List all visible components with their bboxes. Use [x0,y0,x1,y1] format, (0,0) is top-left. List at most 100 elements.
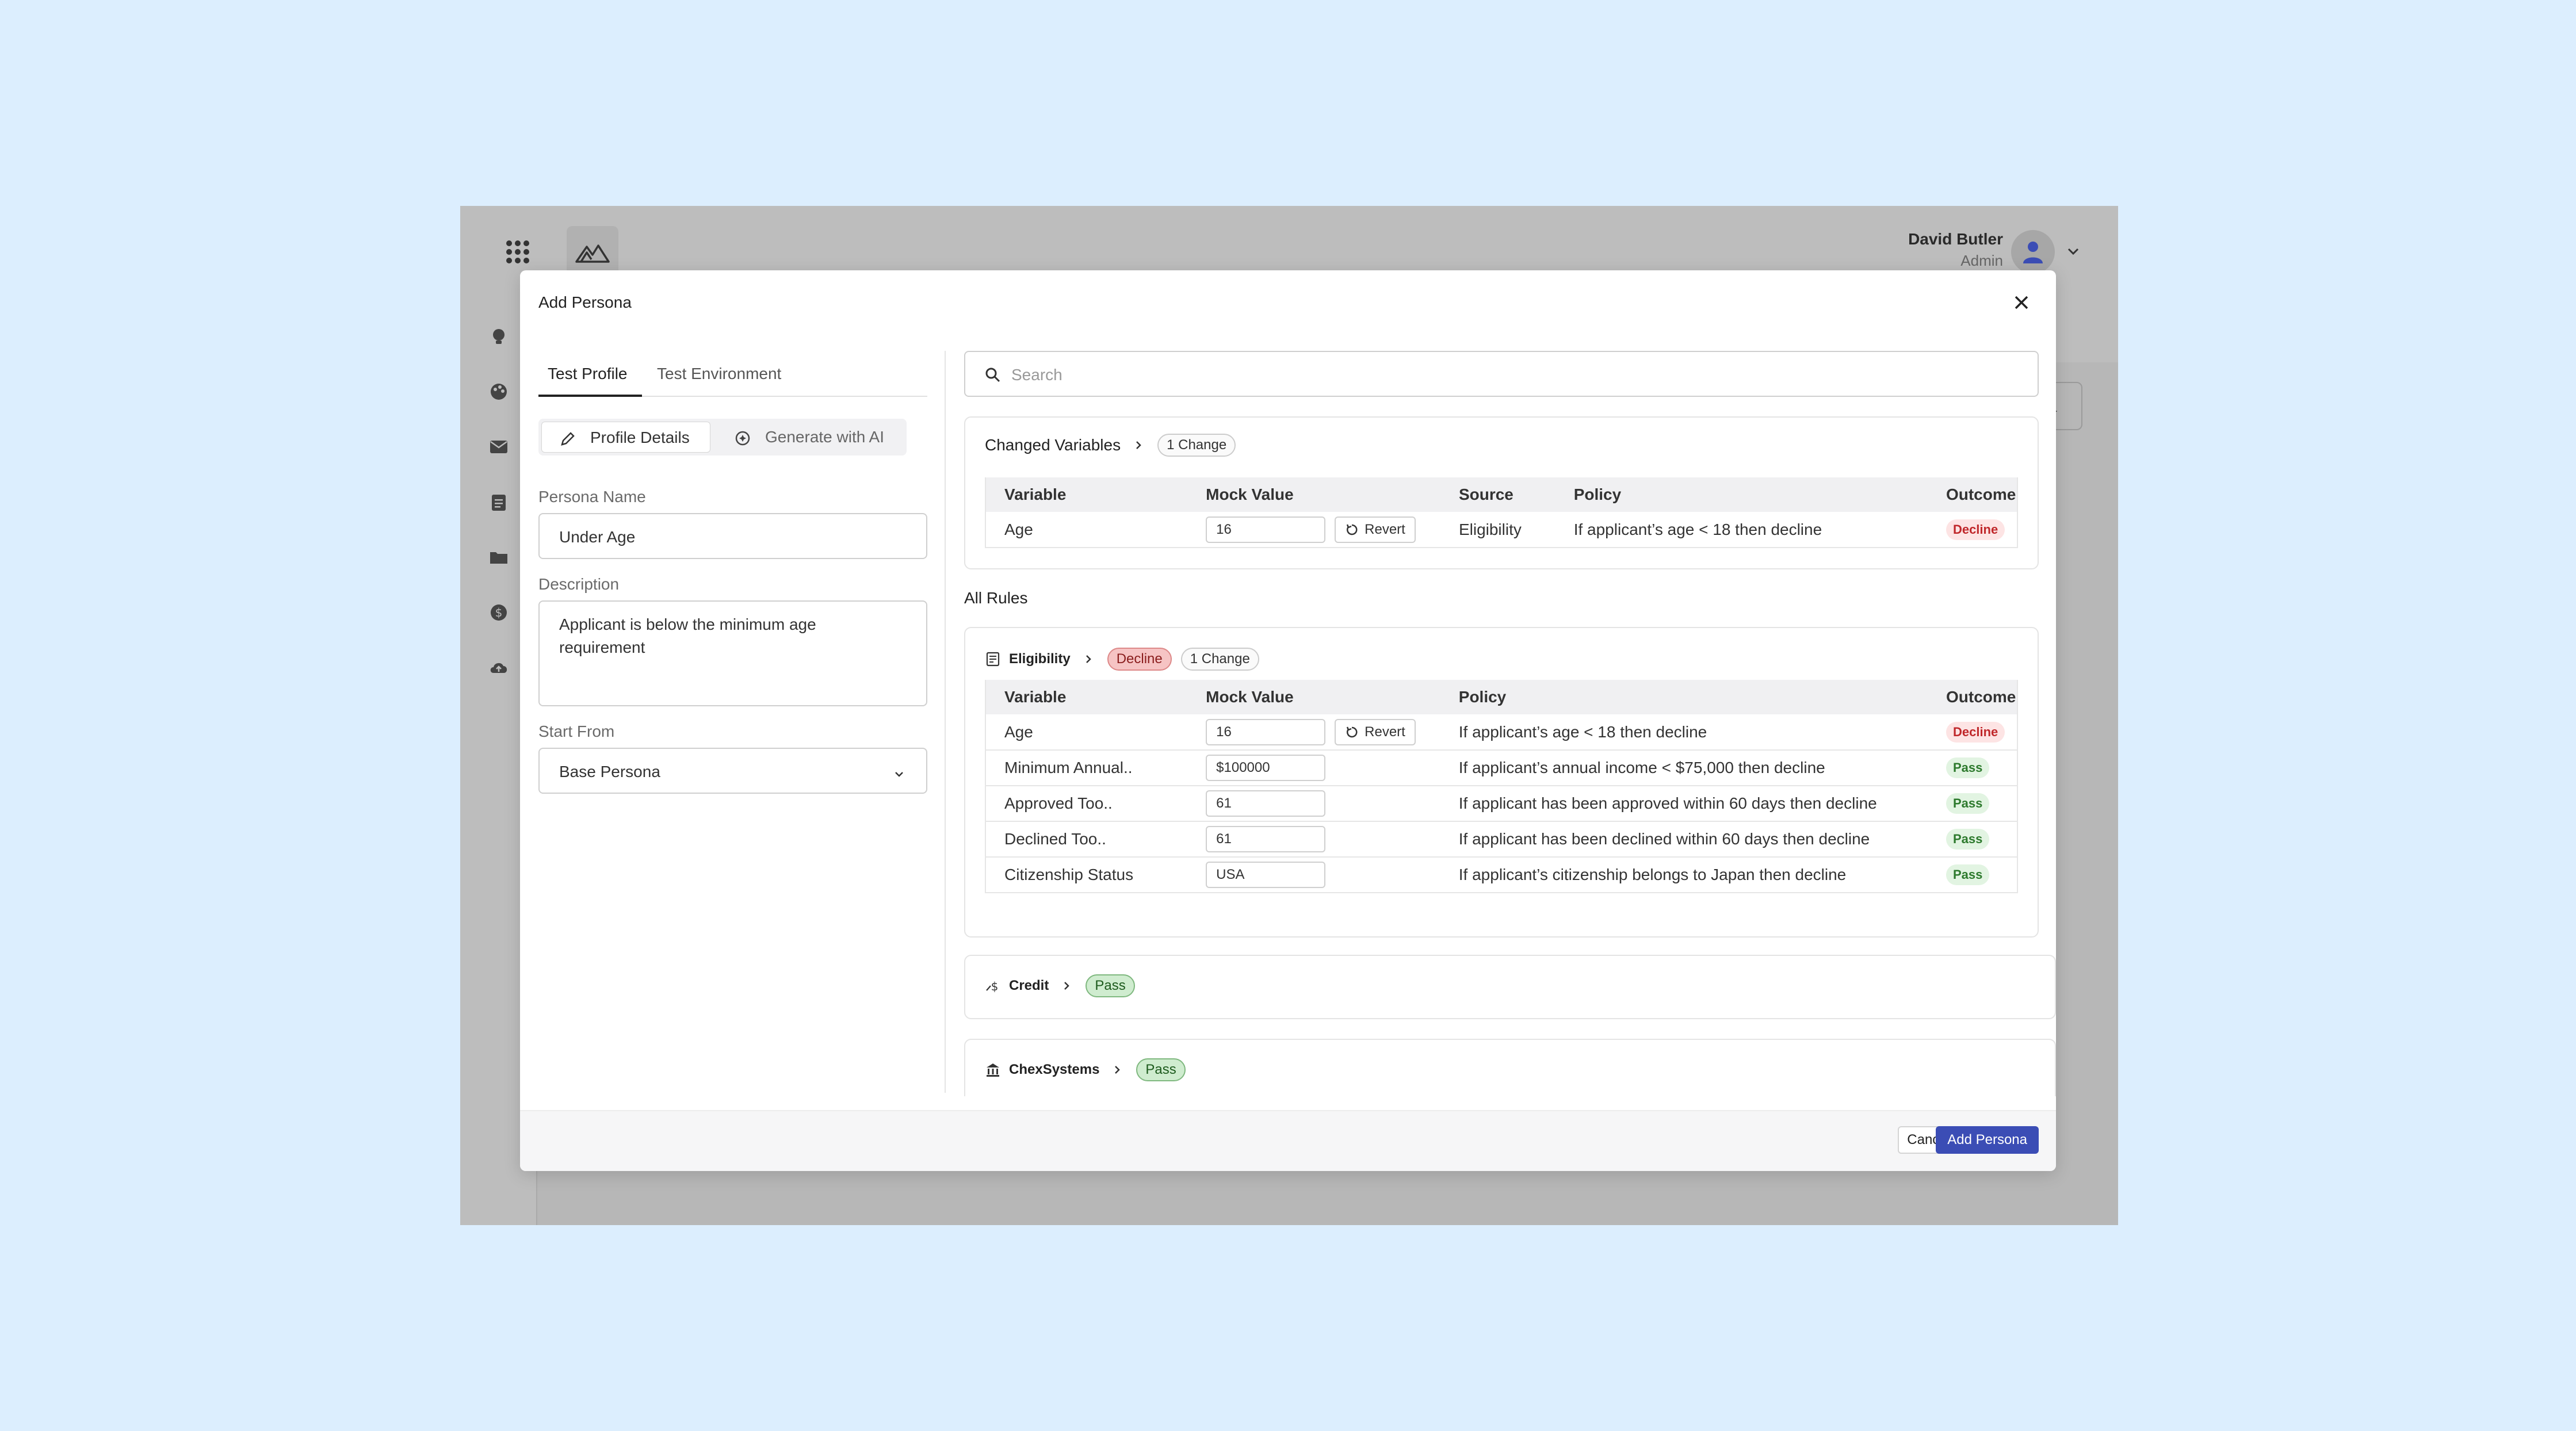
add-persona-button[interactable]: Add Persona [1936,1126,2039,1154]
change-count-badge: 1 Change [1157,434,1236,457]
policy-cell: If applicant’s age < 18 then decline [1555,512,1928,548]
cloud-upload-icon[interactable] [489,658,509,678]
table-row: Age 16 Revert Eligibility If applicant’s … [984,512,2019,548]
status-badge: Pass [1086,974,1135,997]
generate-with-ai-button[interactable]: Generate with AI [717,422,901,453]
column-header: Policy [1555,477,1928,512]
policy-cell: If applicant’s annual income < $75,000 t… [1440,750,1928,786]
search-box [964,351,2039,397]
close-icon[interactable] [2010,291,2033,314]
profile-pane: Test Profile Test Environment Profile De… [538,351,927,1093]
chexsystems-card: ChexSystems Pass [964,1039,2056,1096]
mock-value-input[interactable]: $100000 [1206,755,1326,781]
eligibility-table: Variable Mock Value Policy Outcome Age 1… [984,680,2019,893]
outcome-badge: Pass [1946,829,1990,850]
variable-cell: Citizenship Status [984,857,1188,893]
outcome-cell: Pass [1927,821,2019,858]
mode-switch: Profile Details Generate with AI [538,419,907,456]
all-rules-heading: All Rules [964,589,1028,607]
chevron-down-icon[interactable] [2066,244,2081,262]
chevron-down-icon [893,766,905,785]
folder-icon[interactable] [489,548,509,567]
avatar[interactable] [2011,230,2055,274]
description-input[interactable]: Applicant is below the minimum age requi… [538,600,927,706]
changed-variables-table: Variable Mock Value Source Policy Outcom… [984,477,2019,548]
credit-title: Credit [1009,978,1049,993]
table-row: Declined Too.. 61 If applicant has been … [984,821,2019,858]
svg-text:$: $ [991,979,999,993]
apps-grid-icon[interactable] [506,240,529,263]
chevron-right-icon [1133,436,1144,454]
chevron-right-icon [1061,977,1072,995]
variable-cell: Age [984,512,1188,548]
search-input[interactable] [1011,362,1989,388]
table-row: Age 16 Revert If applicant’s age < 18 the… [984,714,2019,751]
mock-value-cell: 61 [1187,821,1440,858]
table-row: Citizenship Status USA If applicant’s ci… [984,857,2019,893]
outcome-badge: Decline [1946,721,2005,743]
mock-value-input[interactable]: 16 [1206,718,1326,745]
outcome-cell: Decline [1927,714,2019,751]
outcome-cell: Pass [1927,786,2019,822]
persona-name-input[interactable]: Under Age [538,513,927,559]
column-header: Outcome [1927,477,2019,512]
column-header: Mock Value [1187,680,1440,714]
start-from-select[interactable]: Base Persona [538,748,927,794]
pencil-icon [561,432,575,446]
outcome-cell: Pass [1927,750,2019,786]
document-icon [986,652,1000,667]
search-icon [985,368,1000,382]
mock-value-input[interactable]: 61 [1206,790,1326,817]
revert-button[interactable]: Revert [1335,718,1416,745]
policy-cell: If applicant’s citizenship belongs to Ja… [1440,857,1928,893]
outcome-badge: Pass [1946,864,1990,885]
lightbulb-icon[interactable] [489,327,509,346]
description-label: Description [538,575,620,593]
app-header: David Butler Admin [460,206,2118,281]
modal-title: Add Persona [538,293,632,311]
tab-underline [538,395,642,397]
changed-variables-card: Changed Variables 1 Change Variable Mock… [964,416,2039,569]
outcome-badge: Decline [1946,519,2005,540]
pane-divider [945,351,946,1093]
chexsystems-title: ChexSystems [1009,1062,1100,1077]
variable-cell: Declined Too.. [984,821,1188,858]
palette-icon[interactable] [489,382,509,401]
outcome-badge: Pass [1946,757,1990,778]
modal-footer: Cancel Add Persona [520,1110,2056,1171]
column-header: Outcome [1927,680,2019,714]
table-row: Minimum Annual.. $100000 If applicant’s … [984,750,2019,786]
chexsystems-header[interactable]: ChexSystems Pass [985,1058,1186,1081]
table-header: Variable Mock Value Policy Outcome [984,680,2019,714]
outcome-cell: Decline [1927,512,2019,548]
ai-sparkle-icon [735,431,750,446]
clipboard-icon[interactable] [489,492,509,512]
tab-test-profile[interactable]: Test Profile [548,365,628,383]
start-from-value: Base Persona [559,763,660,780]
mail-icon[interactable] [489,437,509,457]
mock-value-input[interactable]: USA [1206,862,1326,888]
changed-variables-header[interactable]: Changed Variables 1 Change [985,434,1236,457]
mock-value-input[interactable]: 61 [1206,826,1326,852]
eligibility-card: Eligibility Decline 1 Change Variable Mo… [964,627,2039,938]
policy-cell: If applicant has been approved within 60… [1440,786,1928,822]
start-from-label: Start From [538,722,615,740]
eligibility-header[interactable]: Eligibility Decline 1 Change [985,648,1259,671]
column-header: Variable [984,477,1188,512]
column-header: Policy [1440,680,1928,714]
revert-button[interactable]: Revert [1335,516,1416,543]
profile-details-button[interactable]: Profile Details [541,422,710,453]
source-cell: Eligibility [1440,512,1555,548]
chevron-right-icon [1112,1061,1122,1079]
tab-test-environment[interactable]: Test Environment [657,365,781,383]
column-header: Mock Value [1187,477,1440,512]
dollar-icon[interactable]: $ [489,603,509,622]
add-persona-modal: Add Persona Test Profile Test Environmen… [520,270,2056,1171]
mock-value-input[interactable]: 16 [1206,516,1326,543]
credit-header[interactable]: $ Credit Pass [985,974,1135,997]
status-badge: Pass [1136,1058,1186,1081]
mock-value-cell: USA [1187,857,1440,893]
revert-icon [1346,726,1358,737]
changed-variables-title: Changed Variables [985,436,1121,454]
outcome-badge: Pass [1946,793,1990,814]
